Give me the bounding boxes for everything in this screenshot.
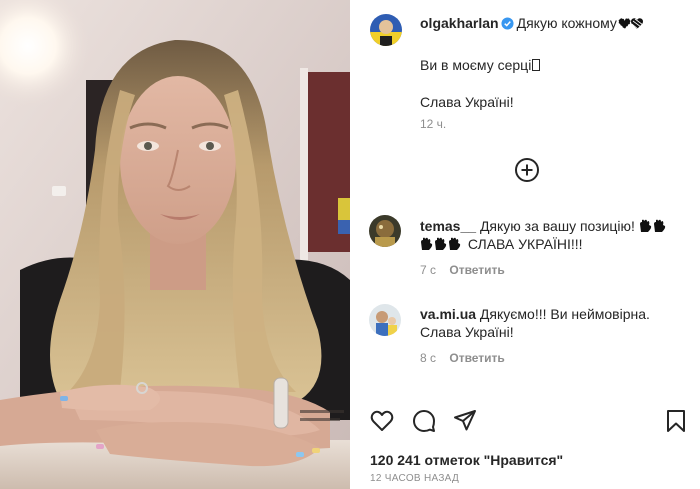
caption-text-line2: Ви в моєму серці (420, 57, 532, 73)
caption-first-line: olgakharlan Дякую кожному (420, 15, 644, 31)
caption-line2-row: Ви в моєму серці (420, 57, 541, 73)
comment-meta: 8 с Ответить (420, 351, 505, 365)
bookmark-icon[interactable] (663, 408, 689, 434)
comment-time: 7 с (420, 263, 437, 277)
reply-button[interactable]: Ответить (449, 351, 504, 365)
post-photo[interactable] (0, 0, 350, 489)
comment-text-a: Дякуємо!!! Ви неймовірна. (479, 306, 650, 322)
raised-hands-emoji-icon (421, 237, 461, 250)
verified-badge-icon (501, 17, 514, 30)
likes-count[interactable]: 120 241 отметок "Нравится" (370, 452, 563, 468)
comment-text-b: СЛАВА УКРАЇНІ!!! (467, 236, 583, 252)
commenter-avatar[interactable] (369, 215, 401, 247)
comment-username[interactable]: temas__ (420, 218, 476, 234)
missing-glyph-icon (532, 59, 541, 71)
caption-timestamp[interactable]: 12 ч. (420, 117, 446, 131)
raised-hands-emoji-icon (639, 219, 666, 232)
author-avatar[interactable] (370, 14, 402, 46)
author-username[interactable]: olgakharlan (420, 15, 499, 31)
paper-plane-icon[interactable] (452, 408, 478, 434)
caption-text-line1: Дякую кожному (516, 15, 617, 31)
post-photo-illustration (0, 0, 350, 489)
caption-text-line3: Слава Україні! (420, 94, 514, 110)
comment-body: va.mi.ua Дякуємо!!! Ви неймовірна. Слава… (420, 305, 690, 341)
commenter-avatar[interactable] (369, 304, 401, 336)
comment-body: temas__ Дякую за вашу позицію! СЛАВА УКР… (420, 217, 690, 253)
comment-bubble-icon[interactable] (411, 408, 437, 434)
reply-button[interactable]: Ответить (449, 263, 504, 277)
plus-circle-icon[interactable] (514, 157, 540, 183)
comment-username[interactable]: va.mi.ua (420, 306, 476, 322)
comment-text-a: Дякую за вашу позицію! (479, 218, 635, 234)
comment-time: 8 с (420, 351, 437, 365)
comment-text-b: Слава Україні! (420, 324, 514, 340)
heart-icon[interactable] (369, 408, 395, 434)
comment-meta: 7 с Ответить (420, 263, 505, 277)
black-white-hearts-emoji-icon (618, 17, 644, 30)
post-date[interactable]: 12 ЧАСОВ НАЗАД (370, 473, 459, 484)
